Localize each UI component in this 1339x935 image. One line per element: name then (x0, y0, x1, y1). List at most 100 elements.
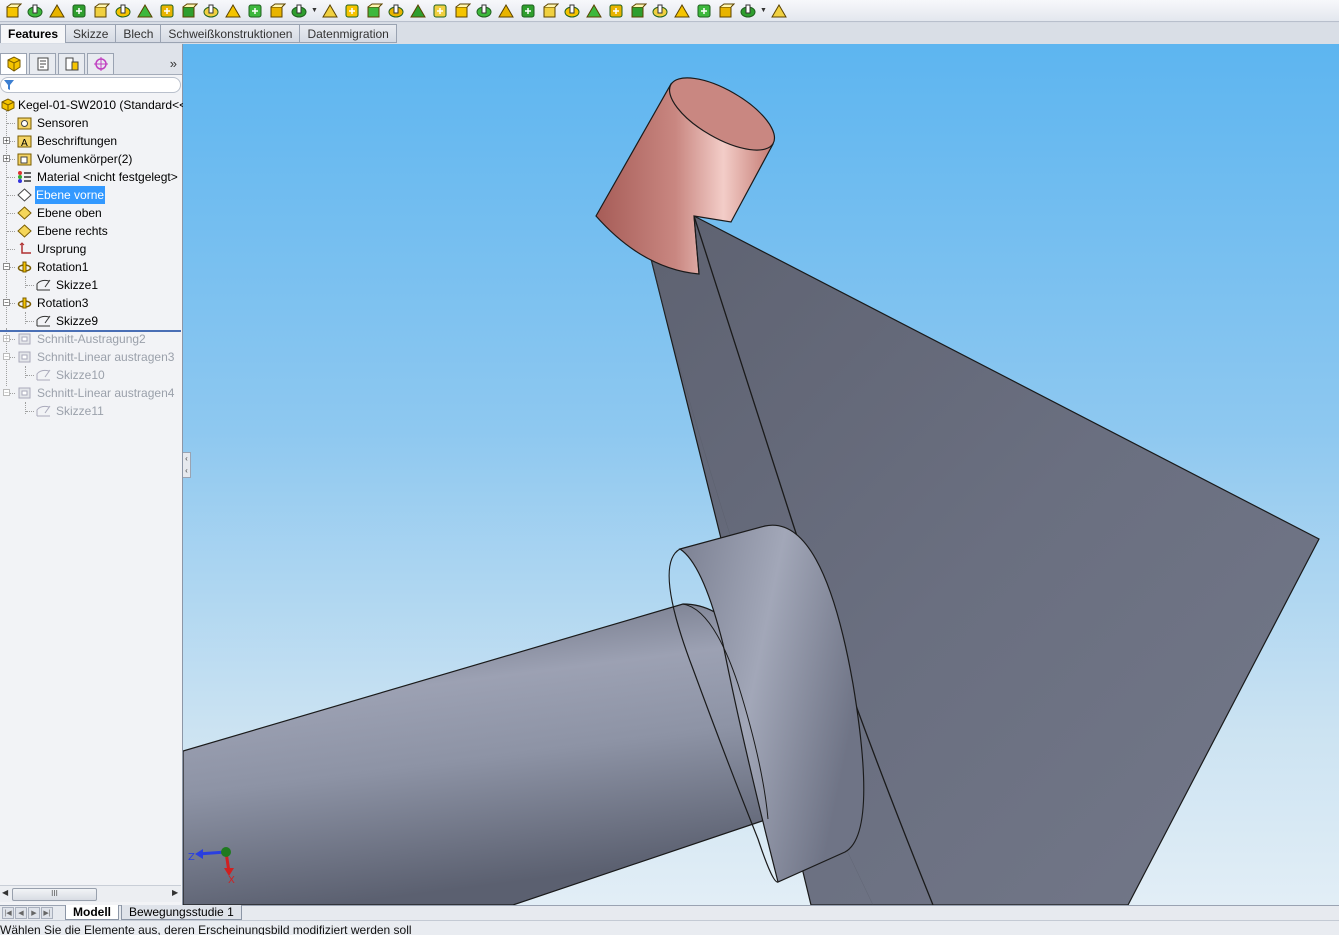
section-view-icon[interactable] (768, 1, 790, 21)
revolved-boss-icon[interactable] (24, 1, 46, 21)
expand-toggle[interactable]: + (3, 335, 10, 343)
chamfer-icon[interactable] (266, 1, 288, 21)
delete-body-icon[interactable] (605, 1, 627, 21)
tree-item-skizze11[interactable]: Skizze11 (0, 402, 182, 420)
configurationmanager-icon (65, 57, 78, 71)
configurationmanager-tab[interactable] (58, 53, 85, 74)
swept-cut-icon[interactable] (178, 1, 200, 21)
tab-schweisskonstruktionen[interactable]: Schweißkonstruktionen (161, 24, 301, 43)
expand-toggle[interactable]: + (3, 155, 10, 163)
tab-model[interactable]: Modell (65, 905, 119, 920)
dimxpert-tab[interactable] (87, 53, 114, 74)
next-tab-icon[interactable]: ▶ (28, 907, 40, 919)
panel-collapse-handle[interactable]: ‹ ‹ (183, 452, 191, 478)
indent-icon[interactable] (517, 1, 539, 21)
fillet-icon[interactable] (244, 1, 266, 21)
collapse-toggle[interactable]: − (3, 353, 10, 361)
extruded-boss-icon[interactable] (2, 1, 24, 21)
tree-item-volumenkoerper[interactable]: + Volumenkörper(2) (0, 150, 182, 168)
tree-item-schnitt-austragung2[interactable]: + Schnitt-Austragung2 (0, 330, 182, 348)
wrap-icon[interactable] (385, 1, 407, 21)
extruded-cut-icon[interactable] (112, 1, 134, 21)
draft-icon[interactable] (341, 1, 363, 21)
scrollbar-thumb[interactable]: III (12, 888, 97, 901)
revolve-feature-icon (16, 295, 32, 311)
move-copy-body-icon[interactable] (627, 1, 649, 21)
plane-icon (16, 187, 32, 203)
tab-skizze[interactable]: Skizze (66, 24, 117, 43)
featuremanager-tab[interactable] (0, 53, 27, 74)
propertymanager-tab[interactable] (29, 53, 56, 74)
revolved-cut-icon[interactable] (156, 1, 178, 21)
tree-item-schnitt-linear-austragen4[interactable]: − Schnitt-Linear austragen4 (0, 384, 182, 402)
tree-item-label: Schnitt-Linear austragen3 (37, 350, 175, 364)
tree-item-label: Ebene oben (37, 206, 102, 220)
tab-datenmigration[interactable]: Datenmigration (300, 24, 397, 43)
feature-manager-panel: » Kegel-01-SW2010 (Standard<< Sensoren +… (0, 44, 186, 905)
freeform-icon[interactable] (473, 1, 495, 21)
more-tabs-icon[interactable]: » (170, 56, 177, 71)
reference-geometry-icon[interactable] (649, 1, 671, 21)
instant3d-icon[interactable] (693, 1, 715, 21)
graphics-area[interactable]: Z X (183, 44, 1339, 905)
tree-item-label: Skizze11 (56, 404, 104, 418)
reference-plane-icon[interactable] (715, 1, 737, 21)
tree-item-label: Rotation1 (37, 260, 89, 274)
lofted-cut-icon[interactable] (200, 1, 222, 21)
material-icon (16, 169, 32, 185)
combine-icon[interactable] (561, 1, 583, 21)
tree-filter-input[interactable] (0, 77, 181, 93)
split-icon[interactable] (583, 1, 605, 21)
lofted-boss-icon[interactable] (68, 1, 90, 21)
prev-tab-icon[interactable]: ◀ (15, 907, 27, 919)
curve-icon[interactable] (451, 1, 473, 21)
shell-icon[interactable] (363, 1, 385, 21)
boundary-boss-icon[interactable] (90, 1, 112, 21)
tree-horizontal-scrollbar[interactable]: ◀ III ▶ (0, 885, 181, 902)
dome-icon[interactable] (407, 1, 429, 21)
tab-motion-study[interactable]: Bewegungsstudie 1 (121, 905, 242, 920)
tree-item-ursprung[interactable]: Ursprung (0, 240, 182, 258)
tree-item-rotation3[interactable]: − Rotation3 (0, 294, 182, 312)
shaft[interactable] (183, 603, 783, 905)
tree-item-skizze10[interactable]: Skizze10 (0, 366, 182, 384)
tree-item-ebene-vorne[interactable]: Ebene vorne (0, 186, 182, 204)
tree-item-ebene-rechts[interactable]: Ebene rechts (0, 222, 182, 240)
tree-item-label: Rotation3 (37, 296, 89, 310)
deform-icon[interactable] (495, 1, 517, 21)
appearance-icon[interactable] (737, 1, 759, 21)
last-tab-icon[interactable]: ▶| (41, 907, 53, 919)
tree-root[interactable]: Kegel-01-SW2010 (Standard<< (0, 96, 186, 114)
expand-toggle[interactable]: + (3, 137, 10, 145)
hole-wizard-icon[interactable] (134, 1, 156, 21)
svg-text:A: A (21, 138, 28, 148)
copper-cylinder[interactable] (595, 64, 785, 275)
swept-boss-icon[interactable] (46, 1, 68, 21)
linear-pattern-icon[interactable] (288, 1, 310, 21)
tree-item-sensoren[interactable]: Sensoren (0, 114, 182, 132)
rebuild-icon[interactable] (671, 1, 693, 21)
tree-item-schnitt-linear-austragen3[interactable]: − Schnitt-Linear austragen3 (0, 348, 182, 366)
solid-bodies-icon (16, 151, 32, 167)
scroll-left-icon[interactable]: ◀ (2, 888, 8, 897)
collapse-toggle[interactable]: − (3, 299, 10, 307)
dropdown-arrow-icon[interactable]: ▼ (310, 1, 319, 21)
intersect-icon[interactable] (429, 1, 451, 21)
dropdown-arrow-icon[interactable]: ▼ (759, 1, 768, 21)
flex-icon[interactable] (539, 1, 561, 21)
tree-item-rotation1[interactable]: − Rotation1 (0, 258, 182, 276)
tree-item-skizze1[interactable]: Skizze1 (0, 276, 182, 294)
first-tab-icon[interactable]: |◀ (2, 907, 14, 919)
sensor-folder-icon (16, 115, 32, 131)
rib-icon[interactable] (319, 1, 341, 21)
tree-item-beschriftungen[interactable]: + A Beschriftungen (0, 132, 182, 150)
boundary-cut-icon[interactable] (222, 1, 244, 21)
scroll-right-icon[interactable]: ▶ (172, 888, 178, 897)
tab-blech[interactable]: Blech (116, 24, 162, 43)
collapse-toggle[interactable]: − (3, 263, 10, 271)
tree-item-skizze9[interactable]: Skizze9 (0, 312, 182, 330)
tab-features[interactable]: Features (0, 24, 67, 43)
collapse-toggle[interactable]: − (3, 389, 10, 397)
tree-item-material[interactable]: Material <nicht festgelegt> (0, 168, 182, 186)
tree-item-ebene-oben[interactable]: Ebene oben (0, 204, 182, 222)
